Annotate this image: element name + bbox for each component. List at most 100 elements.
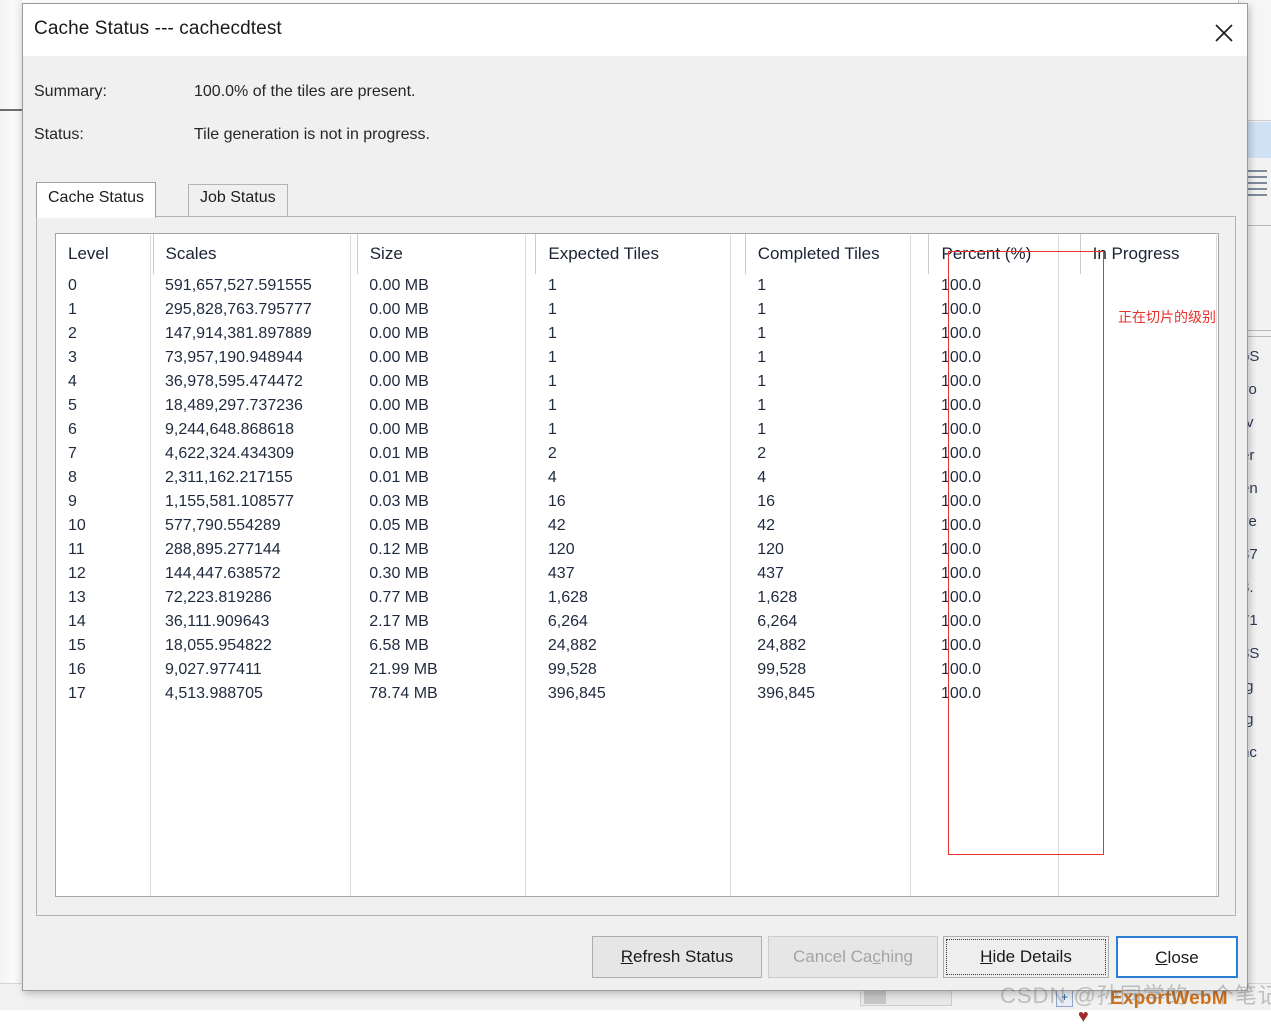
table-row[interactable]: 12144,447.6385720.30 MB437437100.0 <box>56 562 1218 586</box>
cell-in-progress <box>1080 586 1218 610</box>
cell-expected-tiles: 2 <box>536 442 745 466</box>
summary-value: 100.0% of the tiles are present. <box>194 83 415 101</box>
close-label: lose <box>1168 948 1199 967</box>
cell-expected-tiles: 120 <box>536 538 745 562</box>
cell-size: 0.00 MB <box>357 346 536 370</box>
hide-details-button[interactable]: Hide Details <box>943 936 1109 978</box>
cancel-label-rest: hing <box>881 947 913 966</box>
cell-expected-tiles: 1 <box>536 418 745 442</box>
cell-completed-tiles: 99,528 <box>745 658 929 682</box>
table-row[interactable]: 1295,828,763.7957770.00 MB11100.0 <box>56 298 1218 322</box>
table-row[interactable]: 69,244,648.8686180.00 MB11100.0 <box>56 418 1218 442</box>
cell-in-progress <box>1080 658 1218 682</box>
cell-level: 0 <box>56 274 153 298</box>
column-header-expected-tiles[interactable]: Expected Tiles <box>536 234 745 274</box>
cell-scales: 295,828,763.795777 <box>153 298 357 322</box>
table-row[interactable]: 0591,657,527.5915550.00 MB11100.0 <box>56 274 1218 298</box>
cell-in-progress <box>1080 682 1218 706</box>
cell-expected-tiles: 16 <box>536 490 745 514</box>
cell-scales: 9,027.977411 <box>153 658 357 682</box>
status-label: Status: <box>34 126 84 144</box>
background-expand-icon[interactable]: + <box>1056 990 1073 1007</box>
cell-expected-tiles: 1 <box>536 370 745 394</box>
cell-scales: 72,223.819286 <box>153 586 357 610</box>
cell-completed-tiles: 1 <box>745 346 929 370</box>
cell-expected-tiles: 99,528 <box>536 658 745 682</box>
cell-size: 0.05 MB <box>357 514 536 538</box>
summary-label: Summary: <box>34 83 107 101</box>
table-row[interactable]: 436,978,595.4744720.00 MB11100.0 <box>56 370 1218 394</box>
cancel-caching-button: Cancel Caching <box>768 936 938 978</box>
cell-scales: 2,311,162.217155 <box>153 466 357 490</box>
cancel-label-pre: Cancel Ca <box>793 947 872 966</box>
cell-level: 9 <box>56 490 153 514</box>
table-body: 0591,657,527.5915550.00 MB11100.01295,82… <box>56 274 1218 706</box>
cell-level: 12 <box>56 562 153 586</box>
cell-completed-tiles: 4 <box>745 466 929 490</box>
table-row[interactable]: 1372,223.8192860.77 MB1,6281,628100.0 <box>56 586 1218 610</box>
table-row[interactable]: 91,155,581.1085770.03 MB1616100.0 <box>56 490 1218 514</box>
cell-level: 16 <box>56 658 153 682</box>
cell-scales: 577,790.554289 <box>153 514 357 538</box>
cell-level: 11 <box>56 538 153 562</box>
close-icon[interactable] <box>1201 4 1247 56</box>
background-export-label: ExportWebM <box>1110 988 1228 1010</box>
cell-completed-tiles: 42 <box>745 514 929 538</box>
cell-level: 1 <box>56 298 153 322</box>
table-row[interactable]: 2147,914,381.8978890.00 MB11100.0 <box>56 322 1218 346</box>
table-row[interactable]: 1436,111.9096432.17 MB6,2646,264100.0 <box>56 610 1218 634</box>
table-row[interactable]: 373,957,190.9489440.00 MB11100.0 <box>56 346 1218 370</box>
table-row[interactable]: 518,489,297.7372360.00 MB11100.0 <box>56 394 1218 418</box>
dialog-info-area: Summary: 100.0% of the tiles are present… <box>23 56 1247 174</box>
table-row[interactable]: 74,622,324.4343090.01 MB22100.0 <box>56 442 1218 466</box>
cell-size: 0.01 MB <box>357 442 536 466</box>
cell-expected-tiles: 42 <box>536 514 745 538</box>
tab-cache-status[interactable]: Cache Status <box>36 182 156 218</box>
table-row[interactable]: 1518,055.9548226.58 MB24,88224,882100.0 <box>56 634 1218 658</box>
cache-status-dialog: Cache Status --- cachecdtest Summary: 10… <box>22 3 1248 991</box>
table-row[interactable]: 11288,895.2771440.12 MB120120100.0 <box>56 538 1218 562</box>
tab-strip: Cache Status Job Status <box>36 182 1236 216</box>
cell-scales: 1,155,581.108577 <box>153 490 357 514</box>
cell-level: 15 <box>56 634 153 658</box>
table-row[interactable]: 82,311,162.2171550.01 MB44100.0 <box>56 466 1218 490</box>
cache-status-grid[interactable]: 正在切片的级别 Level Scales Size Expected Tiles… <box>55 233 1219 897</box>
cell-scales: 73,957,190.948944 <box>153 346 357 370</box>
cell-in-progress <box>1080 274 1218 298</box>
cell-scales: 591,657,527.591555 <box>153 274 357 298</box>
column-header-size[interactable]: Size <box>357 234 536 274</box>
cell-level: 17 <box>56 682 153 706</box>
cell-size: 0.30 MB <box>357 562 536 586</box>
cell-completed-tiles: 396,845 <box>745 682 929 706</box>
table-row[interactable]: 10577,790.5542890.05 MB4242100.0 <box>56 514 1218 538</box>
background-left-divider <box>0 109 22 111</box>
cell-size: 0.77 MB <box>357 586 536 610</box>
cell-size: 6.58 MB <box>357 634 536 658</box>
cell-level: 6 <box>56 418 153 442</box>
refresh-status-button[interactable]: Refresh Status <box>592 936 762 978</box>
cell-level: 4 <box>56 370 153 394</box>
cell-completed-tiles: 1 <box>745 418 929 442</box>
column-header-scales[interactable]: Scales <box>153 234 357 274</box>
column-header-completed-tiles[interactable]: Completed Tiles <box>745 234 929 274</box>
table-row[interactable]: 174,513.98870578.74 MB396,845396,845100.… <box>56 682 1218 706</box>
cell-completed-tiles: 437 <box>745 562 929 586</box>
close-button[interactable]: Close <box>1116 936 1238 978</box>
tab-job-status[interactable]: Job Status <box>188 184 288 216</box>
cell-scales: 9,244,648.868618 <box>153 418 357 442</box>
cell-in-progress <box>1080 610 1218 634</box>
cell-scales: 18,055.954822 <box>153 634 357 658</box>
cell-level: 3 <box>56 346 153 370</box>
column-header-in-progress[interactable]: In Progress <box>1080 234 1218 274</box>
cell-in-progress <box>1080 418 1218 442</box>
cell-completed-tiles: 120 <box>745 538 929 562</box>
cell-level: 8 <box>56 466 153 490</box>
cell-size: 0.00 MB <box>357 322 536 346</box>
cell-scales: 4,622,324.434309 <box>153 442 357 466</box>
status-value: Tile generation is not in progress. <box>194 126 430 144</box>
column-header-level[interactable]: Level <box>56 234 153 274</box>
cell-scales: 147,914,381.897889 <box>153 322 357 346</box>
background-scrollbar-thumb[interactable] <box>864 990 886 1004</box>
cell-scales: 144,447.638572 <box>153 562 357 586</box>
table-row[interactable]: 169,027.97741121.99 MB99,52899,528100.0 <box>56 658 1218 682</box>
